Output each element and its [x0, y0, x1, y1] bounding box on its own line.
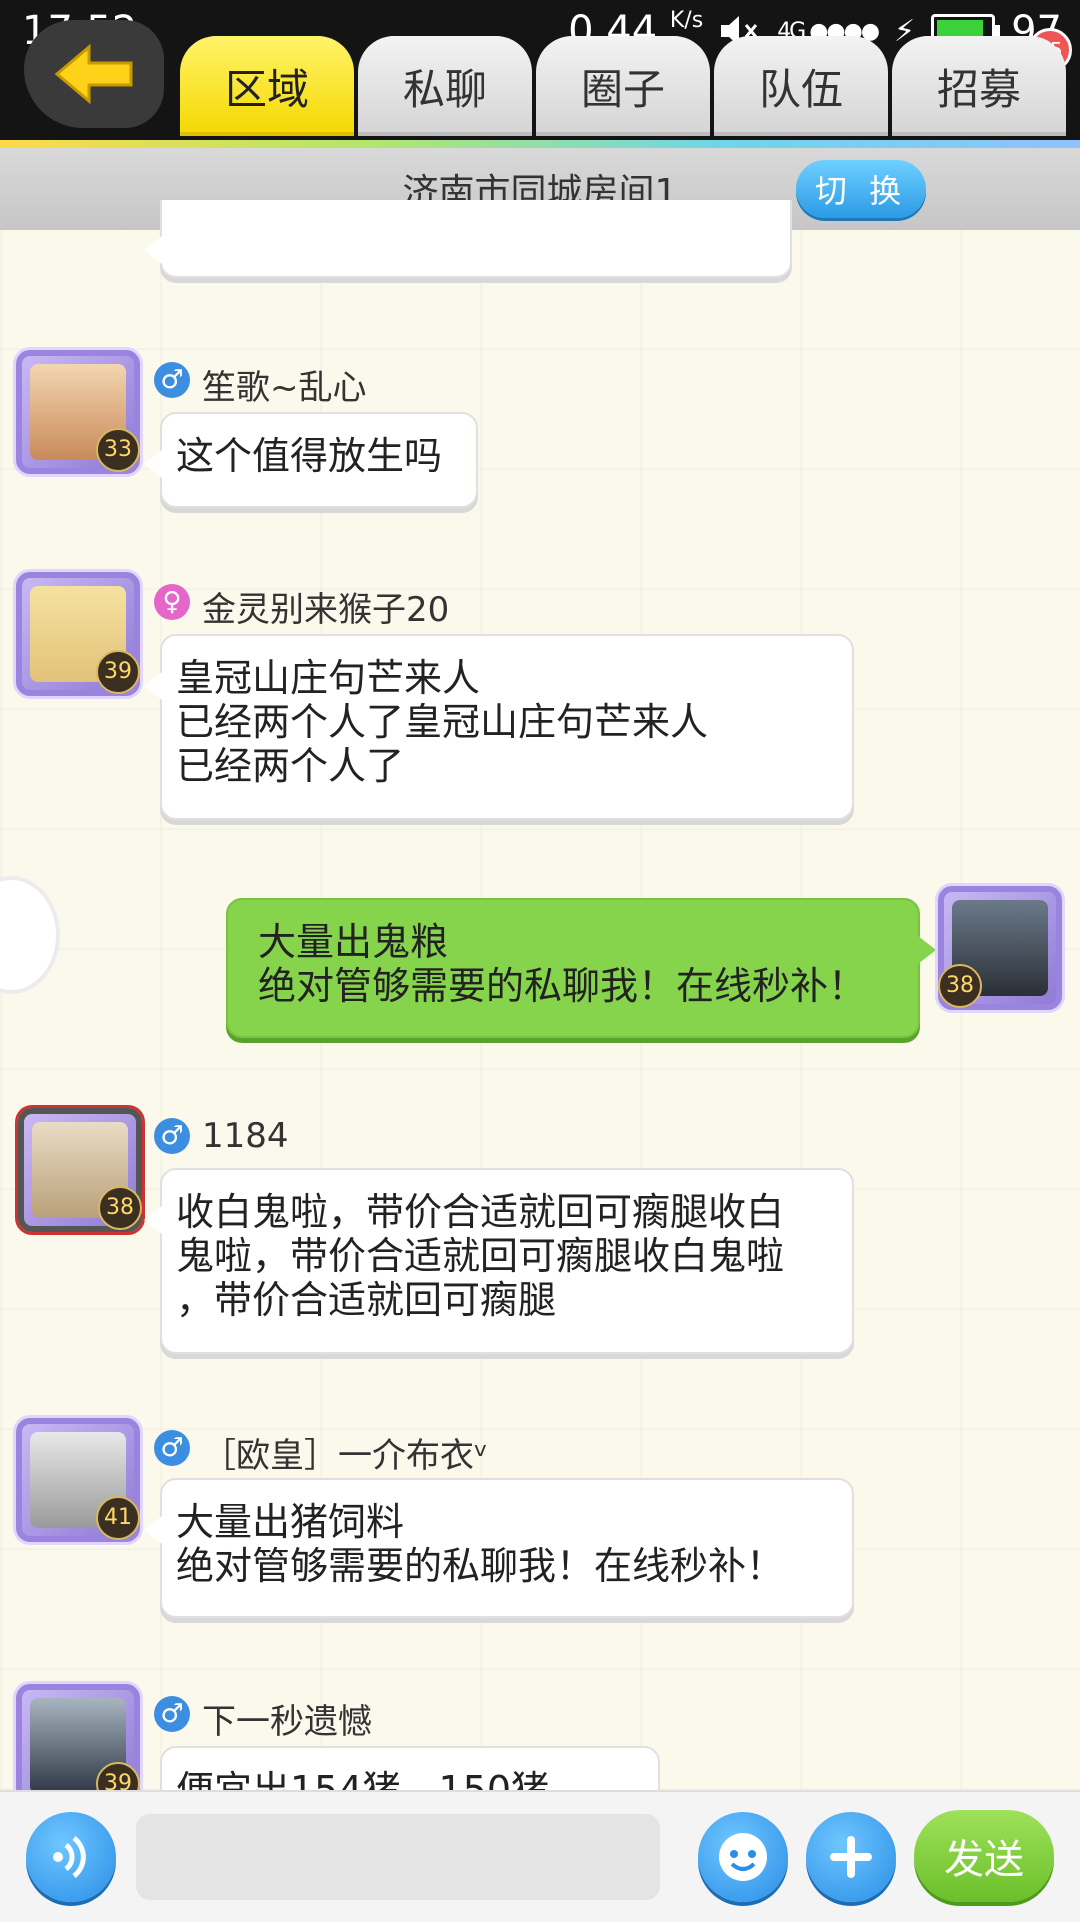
message-input[interactable] — [136, 1814, 660, 1900]
back-arrow-icon — [54, 43, 133, 105]
plus-icon — [830, 1836, 872, 1878]
add-button[interactable] — [806, 1812, 896, 1902]
tab-region[interactable]: 区域 — [180, 36, 354, 136]
partial-message-bubble — [144, 200, 792, 278]
voice-icon — [53, 1836, 86, 1878]
level-badge: 38 — [938, 964, 982, 1008]
avatar[interactable]: 41 — [16, 1418, 140, 1542]
nickname: 笙歌~乱心 — [202, 368, 367, 408]
nickname: 1184 — [202, 1116, 289, 1156]
message-bubble: 这个值得放生吗 — [144, 412, 478, 508]
voice-button[interactable] — [26, 1812, 116, 1902]
female-icon: ♀ — [154, 584, 190, 620]
avatar[interactable]: 38 — [18, 1108, 142, 1232]
male-icon: ♂ — [154, 1430, 190, 1466]
tab-team[interactable]: 队伍 — [714, 36, 888, 136]
level-badge: 39 — [96, 650, 140, 694]
avatar[interactable]: 33 — [16, 350, 140, 474]
message-bubble: 收白鬼啦，带价合适就回可瘸腿收白 鬼啦，带价合适就回可瘸腿收白鬼啦 ，带价合适就… — [144, 1168, 854, 1354]
input-bar: 发送 — [0, 1790, 1080, 1922]
message-bubble: 大量出猪饲料 绝对管够需要的私聊我！在线秒补！ — [144, 1478, 854, 1618]
tab-private-chat[interactable]: 私聊 — [358, 36, 532, 136]
level-badge: 38 — [98, 1186, 142, 1230]
level-badge: 33 — [96, 428, 140, 472]
emoji-button[interactable] — [698, 1812, 788, 1902]
male-icon: ♂ — [154, 1696, 190, 1732]
tab-recruit[interactable]: 招募 — [892, 36, 1066, 136]
nickname: 金灵别来猴子20 — [202, 590, 450, 630]
send-button[interactable]: 发送 — [914, 1810, 1054, 1902]
message-bubble: 皇冠山庄句芒来人 已经两个人了皇冠山庄句芒来人 已经两个人了 — [144, 634, 854, 820]
male-icon: ♂ — [154, 362, 190, 398]
nickname: ［欧皇］一介布衣ᵛ — [202, 1436, 489, 1476]
header: 17:52 0.44 K/s 4G ●●●● ⚡ 97 25 区域 私聊 圈子 … — [0, 0, 1080, 140]
back-button[interactable] — [24, 20, 164, 128]
my-avatar[interactable]: 38 — [938, 886, 1062, 1010]
level-badge: 41 — [96, 1496, 140, 1540]
header-divider — [0, 140, 1080, 148]
nickname: 下一秒遗憾 — [202, 1702, 372, 1742]
my-message-bubble: 大量出鬼粮 绝对管够需要的私聊我！在线秒补！ — [226, 898, 936, 1038]
switch-room-button[interactable]: 切 换 — [796, 160, 926, 218]
male-icon: ♂ — [154, 1118, 190, 1154]
tab-circle[interactable]: 圈子 — [536, 36, 710, 136]
tab-bar: 区域 私聊 圈子 队伍 招募 — [180, 36, 1066, 140]
avatar[interactable]: 39 — [16, 572, 140, 696]
emoji-icon — [719, 1833, 767, 1881]
